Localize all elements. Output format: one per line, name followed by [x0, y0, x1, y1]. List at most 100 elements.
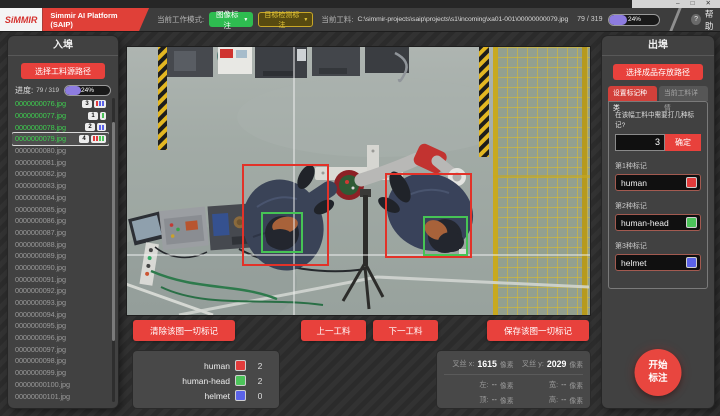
save-all-marks-button[interactable]: 保存该图一切标记 [487, 320, 589, 341]
file-list-item[interactable]: 0000000089.jpg [12, 250, 109, 262]
annotation-color-chip [94, 100, 106, 108]
file-name: 00000000100.jpg [15, 380, 106, 389]
file-name: 0000000099.jpg [15, 368, 106, 377]
file-name: 0000000082.jpg [15, 169, 106, 178]
start-annotation-button[interactable]: 开始 标注 [635, 349, 682, 396]
minimize-button[interactable]: – [676, 0, 680, 8]
file-name: 0000000087.jpg [15, 228, 106, 237]
progress-percent: 24% [65, 86, 110, 95]
file-list-item[interactable]: 0000000093.jpg [12, 297, 109, 309]
file-name: 0000000081.jpg [15, 158, 106, 167]
annotation-count-badge: 1 [88, 112, 98, 120]
label-name-input[interactable]: helmet [615, 254, 701, 271]
tab-current-item-details[interactable]: 当前工料详情 [659, 86, 708, 101]
file-name: 0000000092.jpg [15, 286, 106, 295]
file-list-item[interactable]: 0000000097.jpg [12, 343, 109, 355]
pixel-unit: 像素 [500, 359, 514, 369]
select-source-path-button[interactable]: 选择工料源路径 [21, 63, 105, 79]
annotation-color-chip [91, 135, 106, 143]
label-type-caption: 第1种标记 [615, 161, 701, 171]
box-left-label: 左: [479, 380, 488, 390]
image-annotation-mode-dropdown[interactable]: 图像标注 ▼ [209, 12, 253, 27]
help-button[interactable]: ? 帮助 [691, 8, 720, 32]
progress-label: 进度: [15, 85, 33, 96]
progress-bar: 24% [64, 85, 111, 96]
file-list-item[interactable]: 0000000095.jpg [12, 320, 109, 332]
safety-fence [493, 47, 590, 315]
file-name: 0000000084.jpg [15, 193, 106, 202]
select-output-path-button[interactable]: 选择成品存放路径 [613, 64, 703, 80]
file-list-item[interactable]: 0000000083.jpg [12, 180, 109, 192]
file-name: 0000000076.jpg [15, 99, 80, 108]
label-color-swatch[interactable] [686, 177, 697, 188]
file-list-item[interactable]: 0000000094.jpg [12, 308, 109, 320]
image-annotation-mode-value: 图像标注 [214, 9, 240, 31]
current-file-path: C:\simmir-projects\saip\projects\s1\inco… [357, 16, 568, 23]
file-list-item[interactable]: 0000000087.jpg [12, 227, 109, 239]
legend-label: human [143, 361, 230, 371]
next-item-button[interactable]: 下一工料 [373, 320, 438, 341]
chevron-down-icon: ▼ [303, 17, 308, 23]
file-list-item[interactable]: 0000000091.jpg [12, 273, 109, 285]
file-list-item[interactable]: 0000000079.jpg 4 [12, 133, 109, 145]
file-name: 0000000079.jpg [15, 134, 77, 143]
input-port-title: 入埠 [8, 36, 118, 56]
file-list-item[interactable]: 00000000101.jpg [12, 390, 109, 402]
file-name: 0000000098.jpg [15, 356, 106, 365]
label-type-caption: 第3种标记 [615, 241, 701, 251]
file-name: 0000000090.jpg [15, 263, 106, 272]
file-list-scrollbar[interactable] [112, 98, 115, 402]
label-type-list: 第1种标记 human 第2种标记 human-head [615, 161, 701, 271]
app-logo: SiMMIR [0, 8, 42, 31]
detection-annotation-mode-dropdown[interactable]: 目标检测标注 ▼ [258, 12, 313, 27]
file-list-item[interactable]: 0000000096.jpg [12, 332, 109, 344]
file-list-item[interactable]: 0000000098.jpg [12, 355, 109, 367]
file-name: 0000000096.jpg [15, 333, 106, 342]
file-list-item[interactable]: 0000000086.jpg [12, 215, 109, 227]
file-list-item[interactable]: 0000000092.jpg [12, 285, 109, 297]
file-list-item[interactable]: 0000000077.jpg 1 [12, 110, 109, 122]
tab-set-label-types[interactable]: 设置标记种类 [608, 86, 657, 101]
previous-item-button[interactable]: 上一工料 [301, 320, 366, 341]
label-type-group: 第3种标记 helmet [615, 241, 701, 271]
label-color-swatch[interactable] [686, 217, 697, 228]
legend-color-swatch [235, 390, 246, 401]
file-list-item[interactable]: 0000000078.jpg 2 [12, 121, 109, 133]
input-port-panel: 入埠 选择工料源路径 进度: 79 / 319 24% 0000000076.j… [8, 36, 118, 408]
file-list-item[interactable]: 0000000088.jpg [12, 238, 109, 250]
crosshair-y-label: 叉丝 y: [522, 359, 544, 369]
label-name-input[interactable]: human-head [615, 214, 701, 231]
label-color-swatch[interactable] [686, 257, 697, 268]
file-list-item[interactable]: 0000000085.jpg [12, 203, 109, 215]
file-list-item[interactable]: 0000000099.jpg [12, 367, 109, 379]
image-canvas[interactable] [127, 47, 590, 315]
file-list-item[interactable]: 0000000090.jpg [12, 262, 109, 274]
file-list-item[interactable]: 0000000082.jpg [12, 168, 109, 180]
clear-all-marks-button[interactable]: 清除该图一切标记 [133, 320, 235, 341]
start-annotation-line1: 开始 [648, 360, 667, 372]
file-name: 0000000095.jpg [15, 321, 106, 330]
label-count-input[interactable]: 3 [615, 134, 665, 151]
file-list-item[interactable]: 0000000080.jpg [12, 145, 109, 157]
file-list-item[interactable]: 0000000076.jpg 3 [12, 98, 109, 110]
box-height-value: -- [561, 395, 566, 404]
legend-color-swatch [235, 360, 246, 371]
label-type-caption: 第2种标记 [615, 201, 701, 211]
progress-row: 进度: 79 / 319 24% [15, 84, 111, 97]
pixel-unit: 像素 [569, 380, 583, 390]
file-name: 0000000083.jpg [15, 181, 106, 190]
legend-row: human-head 2 [143, 373, 269, 388]
legend-row: human 2 [143, 358, 269, 373]
hazard-pole-right [479, 47, 489, 157]
file-name: 0000000077.jpg [15, 111, 86, 120]
file-list-item[interactable]: 00000000100.jpg [12, 379, 109, 391]
file-list-item[interactable]: 0000000081.jpg [12, 156, 109, 168]
confirm-button[interactable]: 确定 [665, 134, 701, 151]
scrollbar-thumb[interactable] [112, 122, 115, 341]
file-list-item[interactable]: 0000000084.jpg [12, 192, 109, 204]
file-name: 0000000091.jpg [15, 275, 106, 284]
file-name: 0000000097.jpg [15, 345, 106, 354]
label-name-input[interactable]: human [615, 174, 701, 191]
crosshair-x-label: 叉丝 x: [452, 359, 474, 369]
coords-divider [444, 374, 583, 375]
